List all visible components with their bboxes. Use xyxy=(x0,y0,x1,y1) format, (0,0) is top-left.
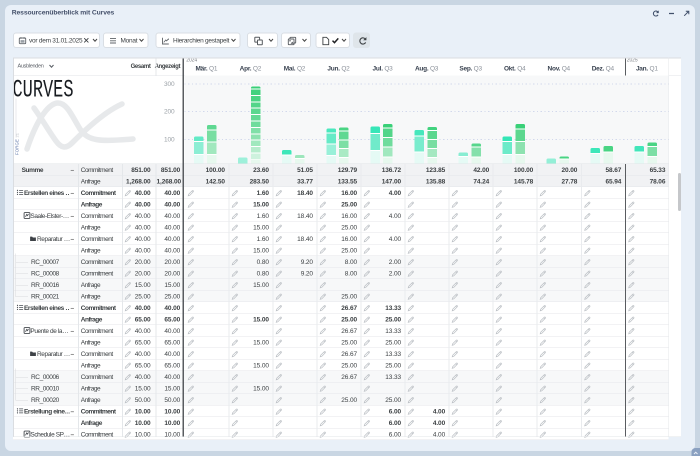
svg-text:CURVES: CURVES xyxy=(13,76,74,105)
svg-text:FORGE: FORGE xyxy=(14,139,19,155)
svg-text:21: 21 xyxy=(14,132,19,137)
